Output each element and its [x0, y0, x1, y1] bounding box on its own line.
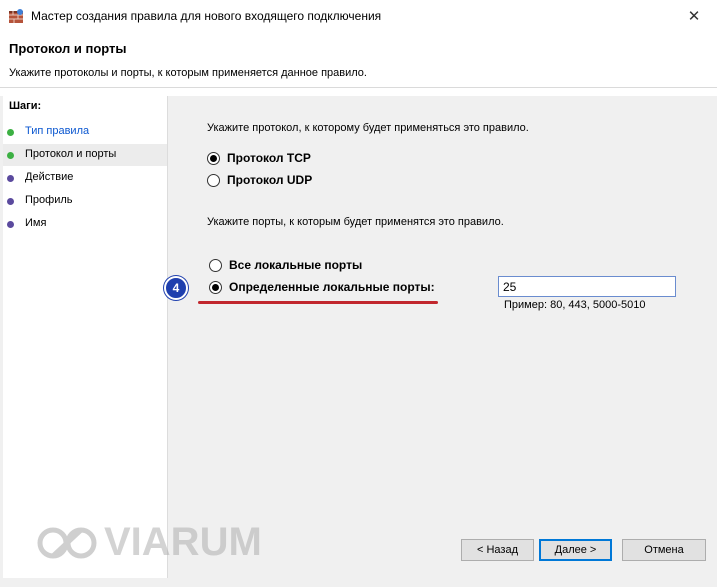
step-label: Профиль — [25, 194, 73, 206]
firewall-icon — [8, 8, 24, 24]
watermark-text: VIARUM — [104, 520, 262, 564]
ports-prompt: Укажите порты, к которым будет применятс… — [207, 216, 504, 228]
all-ports-radio[interactable] — [209, 258, 222, 272]
highlight-underline — [198, 301, 438, 304]
step-label: Тип правила — [25, 125, 90, 137]
specific-ports-radio-label: Определенные локальные порты: — [229, 280, 435, 294]
back-button[interactable]: < Назад — [461, 539, 534, 561]
specific-ports-radio-option[interactable]: Определенные локальные порты: — [209, 280, 435, 294]
page-subtitle: Укажите протоколы и порты, к которым при… — [9, 67, 367, 79]
step-number-badge: 4 — [164, 276, 188, 300]
udp-radio[interactable] — [207, 173, 220, 187]
step-name[interactable]: Имя — [3, 213, 167, 235]
step-status-dot-icon — [7, 152, 14, 159]
wizard-header: Протокол и порты Укажите протоколы и пор… — [0, 32, 717, 88]
step-status-dot-icon — [7, 129, 14, 136]
ports-input[interactable] — [498, 276, 676, 297]
step-status-dot-icon — [7, 198, 14, 205]
step-rule-type[interactable]: Тип правила — [3, 121, 167, 143]
tcp-radio-option[interactable]: Протокол TCP — [207, 151, 311, 165]
all-ports-radio-label: Все локальные порты — [229, 258, 363, 272]
title-bar: Мастер создания правила для нового входя… — [0, 0, 717, 32]
step-status-dot-icon — [7, 175, 14, 182]
steps-sidebar: Шаги: Тип правила Протокол и порты Дейст… — [3, 96, 168, 578]
step-profile[interactable]: Профиль — [3, 190, 167, 212]
step-protocol-ports[interactable]: Протокол и порты — [3, 144, 167, 166]
viarum-watermark: VIARUM — [36, 520, 262, 565]
all-ports-radio-option[interactable]: Все локальные порты — [209, 258, 362, 272]
step-status-dot-icon — [7, 221, 14, 228]
next-button[interactable]: Далее > — [539, 539, 612, 561]
steps-title: Шаги: — [9, 100, 42, 112]
step-action[interactable]: Действие — [3, 167, 167, 189]
viarum-logo-icon — [37, 527, 97, 558]
page-title: Протокол и порты — [9, 41, 127, 56]
protocol-prompt: Укажите протокол, к которому будет приме… — [207, 122, 529, 134]
window-title: Мастер создания правила для нового входя… — [31, 9, 382, 23]
close-button[interactable]: ✕ — [671, 0, 717, 32]
tcp-radio[interactable] — [207, 151, 220, 165]
ports-example-hint: Пример: 80, 443, 5000-5010 — [504, 299, 646, 311]
step-label: Действие — [25, 171, 74, 183]
tcp-radio-label: Протокол TCP — [227, 151, 311, 165]
cancel-button[interactable]: Отмена — [622, 539, 706, 561]
main-content: Укажите протокол, к которому будет приме… — [164, 96, 717, 587]
udp-radio-option[interactable]: Протокол UDP — [207, 173, 312, 187]
udp-radio-label: Протокол UDP — [227, 173, 313, 187]
step-label: Имя — [25, 217, 47, 229]
step-label: Протокол и порты — [25, 148, 117, 160]
close-icon: ✕ — [687, 8, 701, 25]
wizard-body: Шаги: Тип правила Протокол и порты Дейст… — [0, 96, 717, 587]
specific-ports-radio[interactable] — [209, 280, 222, 294]
